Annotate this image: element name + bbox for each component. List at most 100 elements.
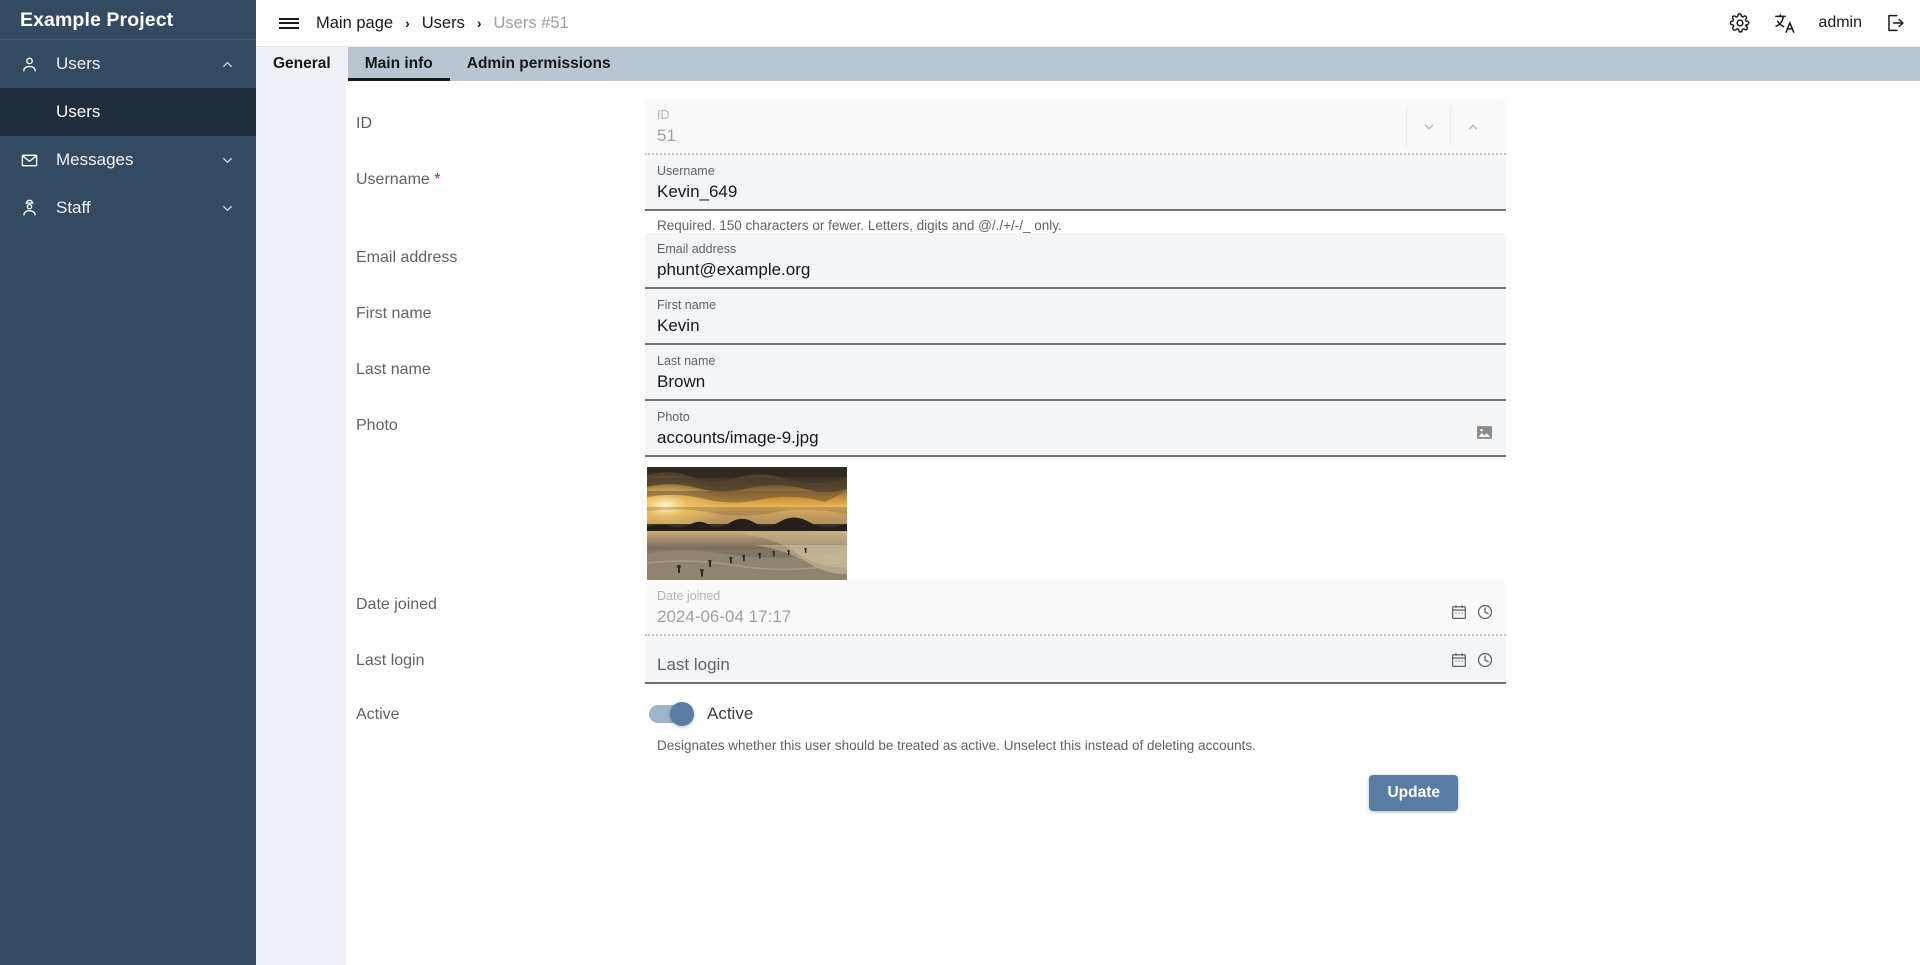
hamburger-menu-icon[interactable]: [272, 6, 306, 40]
beach-sunset-photo: [647, 467, 847, 580]
form-label-username-text: Username: [356, 171, 430, 188]
sidebar-subitem-users[interactable]: Users: [0, 88, 256, 136]
date-joined-field: Date joined 2024-06-04 17:17: [645, 580, 1506, 636]
sidebar-item-messages[interactable]: Messages: [0, 136, 256, 184]
form-label-last-name: Last name: [356, 361, 431, 378]
chevron-right-icon: ›: [405, 15, 410, 31]
chevron-down-icon[interactable]: [218, 201, 236, 216]
calendar-icon[interactable]: [1450, 651, 1468, 674]
username-help-text: Required. 150 characters or fewer. Lette…: [657, 218, 1062, 233]
tab-general-label: General: [273, 55, 331, 72]
sidebar-item-users-label: Users: [56, 54, 101, 73]
tab-admin-permissions-label: Admin permissions: [466, 55, 611, 72]
calendar-icon[interactable]: [1450, 603, 1468, 626]
form-row-last-name: Last name Last name Brown: [346, 345, 1920, 401]
id-field: ID 51: [645, 99, 1506, 155]
last-login-field-placeholder: Last login: [657, 655, 730, 674]
sidebar-subitem-users-label: Users: [56, 102, 101, 121]
form-row-id: ID ID 51: [346, 99, 1920, 155]
form-row-last-login: Last login Last login: [346, 636, 1920, 690]
form-label-id: ID: [356, 115, 372, 132]
tab-bar: General Main info Admin permissions: [256, 47, 1920, 81]
required-asterisk: *: [429, 171, 441, 188]
id-spinner-up[interactable]: [1450, 107, 1494, 147]
form-label-active: Active: [356, 706, 400, 723]
image-icon[interactable]: [1475, 423, 1494, 447]
breadcrumb: Main page › Users › Users #51: [316, 14, 569, 33]
photo-thumbnail-wrapper: [645, 457, 1506, 580]
email-field[interactable]: Email address phunt@example.org: [645, 233, 1506, 289]
current-user-label: admin: [1818, 14, 1862, 31]
form-label-username: Username *: [346, 155, 645, 189]
left-gutter: [256, 81, 346, 965]
logout-icon[interactable]: [1884, 12, 1906, 34]
active-help-text: Designates whether this user should be t…: [657, 738, 1256, 753]
sidebar: Example Project Users Users Messages Sta…: [0, 0, 256, 965]
gear-icon[interactable]: [1729, 12, 1751, 34]
username-field[interactable]: Username Kevin_649: [645, 155, 1506, 211]
email-field-label: Email address: [657, 242, 737, 256]
tab-general[interactable]: General: [256, 47, 348, 81]
clock-icon[interactable]: [1476, 651, 1494, 674]
staff-icon: [20, 199, 50, 218]
form-panel: ID ID 51 Username * Username Kevin_649 R…: [346, 81, 1920, 965]
chevron-right-icon: ›: [476, 15, 482, 31]
main-area: Main page › Users › Users #51 admin Gene…: [256, 0, 1920, 965]
form-row-first-name: First name First name Kevin: [346, 289, 1920, 345]
top-bar-actions: admin: [1729, 12, 1906, 35]
sidebar-item-staff-label: Staff: [56, 198, 91, 217]
id-field-value: 51: [657, 126, 676, 145]
photo-field[interactable]: Photo accounts/image-9.jpg: [645, 401, 1506, 457]
id-spinner-down[interactable]: [1406, 107, 1450, 147]
breadcrumb-item-main-page[interactable]: Main page: [316, 14, 393, 33]
sidebar-item-messages-label: Messages: [56, 150, 134, 169]
first-name-field-value: Kevin: [657, 316, 700, 335]
tab-main-info[interactable]: Main info: [347, 47, 450, 81]
active-toggle[interactable]: [649, 702, 694, 726]
form-label-photo: Photo: [356, 417, 398, 434]
top-bar: Main page › Users › Users #51 admin: [256, 0, 1920, 47]
update-button[interactable]: Update: [1369, 775, 1458, 811]
photo-field-label: Photo: [657, 410, 690, 424]
content-area: ID ID 51 Username * Username Kevin_649 R…: [256, 81, 1920, 965]
form-row-date-joined: Date joined Date joined 2024-06-04 17:17: [346, 580, 1920, 636]
active-toggle-row: Active: [645, 690, 1506, 726]
form-row-username: Username * Username Kevin_649 Required. …: [346, 155, 1920, 233]
form-label-first-name: First name: [356, 305, 432, 322]
last-name-field[interactable]: Last name Brown: [645, 345, 1506, 401]
date-joined-field-value: 2024-06-04 17:17: [657, 607, 792, 626]
sidebar-item-staff[interactable]: Staff: [0, 184, 256, 232]
translate-icon[interactable]: [1773, 12, 1796, 35]
user-edit-form: ID ID 51 Username * Username Kevin_649 R…: [346, 81, 1920, 811]
form-label-date-joined: Date joined: [356, 596, 437, 613]
chevron-down-icon[interactable]: [218, 153, 236, 168]
sidebar-nav: Users Users Messages Staff: [0, 40, 256, 232]
last-name-field-label: Last name: [657, 354, 716, 368]
tab-main-info-label: Main info: [364, 55, 433, 72]
username-field-label: Username: [657, 164, 715, 178]
sidebar-item-users[interactable]: Users: [0, 40, 256, 88]
first-name-field-label: First name: [657, 298, 717, 312]
active-toggle-knob: [670, 702, 694, 726]
brand-title: Example Project: [0, 0, 256, 40]
chevron-up-icon[interactable]: [218, 57, 236, 72]
id-field-label: ID: [657, 108, 670, 122]
last-name-field-value: Brown: [657, 372, 706, 391]
photo-field-value: accounts/image-9.jpg: [657, 428, 819, 447]
user-icon: [20, 55, 50, 74]
breadcrumb-item-current: Users #51: [493, 13, 569, 32]
form-row-photo: Photo Photo accounts/image-9.jpg: [346, 401, 1920, 580]
active-toggle-label: Active: [707, 704, 754, 723]
breadcrumb-item-users[interactable]: Users: [422, 14, 465, 33]
first-name-field[interactable]: First name Kevin: [645, 289, 1506, 345]
tab-admin-permissions[interactable]: Admin permissions: [450, 47, 628, 81]
mail-icon: [20, 151, 50, 170]
clock-icon[interactable]: [1476, 603, 1494, 626]
form-row-active: Active Active Designates whether this us…: [346, 690, 1920, 811]
email-field-value: phunt@example.org: [657, 260, 811, 279]
form-actions: Update: [645, 753, 1506, 811]
last-login-field[interactable]: Last login: [645, 636, 1506, 684]
form-label-email: Email address: [356, 249, 458, 266]
form-label-last-login: Last login: [356, 652, 425, 669]
form-row-email: Email address Email address phunt@exampl…: [346, 233, 1920, 289]
